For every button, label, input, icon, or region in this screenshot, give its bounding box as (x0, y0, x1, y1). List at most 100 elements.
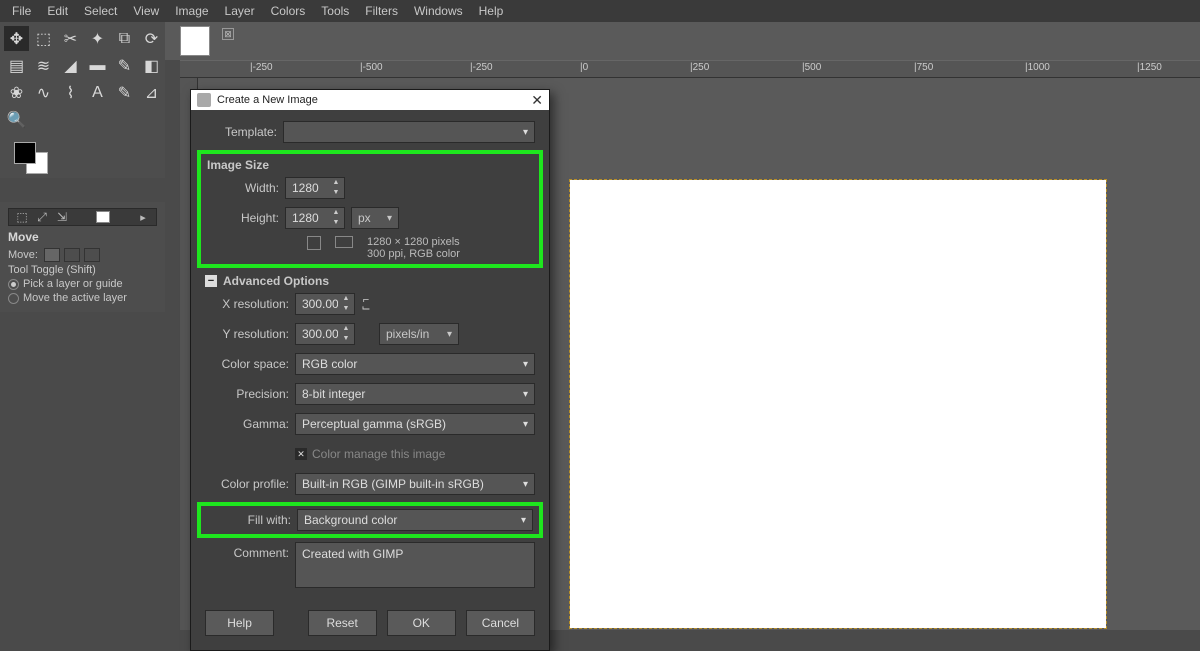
fill-with-label: Fill with: (207, 513, 297, 527)
color-profile-label: Color profile: (205, 477, 295, 491)
move-tool[interactable]: ✥ (4, 26, 29, 51)
color-manage-checkbox[interactable]: ✕ (295, 448, 307, 460)
height-field[interactable] (286, 211, 328, 225)
fuzzy-select-tool[interactable]: ✦ (85, 26, 110, 51)
tool-options-iconstrip: ⬚ ⤢ ⇲ ▸ (8, 208, 157, 226)
menu-windows[interactable]: Windows (406, 1, 471, 21)
yres-input[interactable]: ▲▼ (295, 323, 355, 345)
panel-menu-icon[interactable]: ▸ (134, 211, 152, 224)
zoom-tool[interactable]: 🔍 (4, 107, 29, 132)
move-mode-selection-icon[interactable] (64, 248, 80, 262)
reset-button[interactable]: Reset (308, 610, 377, 636)
smudge-tool[interactable]: ∿ (31, 80, 56, 105)
fill-with-select[interactable]: Background color▾ (297, 509, 533, 531)
landscape-icon[interactable] (335, 236, 353, 248)
radio-pick-layer-label: Pick a layer or guide (23, 278, 123, 290)
menu-help[interactable]: Help (471, 1, 512, 21)
res-unit-select[interactable]: pixels/in▾ (379, 323, 459, 345)
menu-select[interactable]: Select (76, 1, 125, 21)
arrow-down-icon[interactable]: ▼ (338, 304, 354, 314)
menu-layer[interactable]: Layer (217, 1, 263, 21)
chevron-down-icon: ▾ (523, 419, 528, 430)
dialog-close-button[interactable]: ✕ (531, 92, 543, 109)
height-input[interactable]: ▲▼ (285, 207, 345, 229)
arrow-up-icon[interactable]: ▲ (338, 294, 354, 304)
colorspace-select[interactable]: RGB color▾ (295, 353, 535, 375)
path-tool[interactable]: ⌇ (58, 80, 83, 105)
paintbrush-tool[interactable]: ✎ (112, 53, 137, 78)
template-select[interactable]: ▾ (283, 121, 535, 143)
portrait-icon[interactable] (307, 236, 321, 250)
move-mode-layer-icon[interactable] (44, 248, 60, 262)
width-input[interactable]: ▲▼ (285, 177, 345, 199)
colorspace-label: Color space: (205, 357, 295, 371)
help-button[interactable]: Help (205, 610, 274, 636)
menu-edit[interactable]: Edit (39, 1, 76, 21)
image-canvas[interactable] (570, 180, 1106, 628)
menu-file[interactable]: File (4, 1, 39, 21)
xres-field[interactable] (296, 297, 338, 311)
warp-tool[interactable]: ≋ (31, 53, 56, 78)
fill-with-highlight: Fill with: Background color▾ (197, 502, 543, 538)
advanced-toggle[interactable]: − (205, 275, 217, 287)
comment-textarea[interactable] (295, 542, 535, 588)
color-manage-label: Color manage this image (312, 447, 445, 461)
arrow-up-icon[interactable]: ▲ (328, 208, 344, 218)
bucket-fill-tool[interactable]: ◢ (58, 53, 83, 78)
ruler-tick: |500 (802, 62, 821, 73)
flip-tool[interactable]: ▤ (4, 53, 29, 78)
radio-pick-layer[interactable] (8, 279, 19, 290)
gamma-select[interactable]: Perceptual gamma (sRGB)▾ (295, 413, 535, 435)
rect-select-tool[interactable]: ⬚ (31, 26, 56, 51)
arrow-down-icon[interactable]: ▼ (328, 218, 344, 228)
precision-label: Precision: (205, 387, 295, 401)
toolbox-panel: ✥ ⬚ ✂ ✦ ⧉ ⟳ ▤ ≋ ◢ ▬ ✎ ◧ ❀ ∿ ⌇ A ✎ ⊿ 🔍 (0, 22, 165, 178)
move-mode-path-icon[interactable] (84, 248, 100, 262)
tool-toggle-label: Tool Toggle (Shift) (8, 264, 157, 276)
opt-icon[interactable]: ⇲ (53, 210, 71, 224)
arrow-down-icon[interactable]: ▼ (328, 188, 344, 198)
text-tool[interactable]: A (85, 80, 110, 105)
link-resolution-icon[interactable]: ⌐⌙ (359, 296, 373, 312)
gradient-tool[interactable]: ▬ (85, 53, 110, 78)
menu-view[interactable]: View (125, 1, 167, 21)
advanced-options-heading: Advanced Options (223, 274, 329, 288)
color-profile-select[interactable]: Built-in RGB (GIMP built-in sRGB)▾ (295, 473, 535, 495)
arrow-down-icon[interactable]: ▼ (338, 334, 354, 344)
fg-bg-color-well[interactable] (14, 142, 54, 174)
free-select-tool[interactable]: ✂ (58, 26, 83, 51)
radio-move-active[interactable] (8, 293, 19, 304)
clone-tool[interactable]: ❀ (4, 80, 29, 105)
precision-select[interactable]: 8-bit integer▾ (295, 383, 535, 405)
close-image-tab[interactable]: ⊠ (222, 28, 234, 40)
opt-icon[interactable]: ⤢ (33, 210, 51, 225)
ruler-tick: |0 (580, 62, 588, 73)
menu-image[interactable]: Image (167, 1, 216, 21)
chevron-down-icon: ▾ (521, 515, 526, 526)
active-color-swatch[interactable] (96, 211, 110, 223)
unit-select[interactable]: px▾ (351, 207, 399, 229)
image-tab-strip: ◯ ▭ ◐ ◴ ⊠ (0, 22, 1200, 60)
yres-label: Y resolution: (205, 327, 295, 341)
yres-field[interactable] (296, 327, 338, 341)
opt-icon[interactable]: ⬚ (13, 210, 31, 224)
rotate-tool[interactable]: ⟳ (139, 26, 164, 51)
eraser-tool[interactable]: ◧ (139, 53, 164, 78)
measure-tool[interactable]: ⊿ (139, 80, 164, 105)
horizontal-ruler: |-250 |-500 |-250 |0 |250 |500 |750 |100… (180, 60, 1200, 78)
width-field[interactable] (286, 181, 328, 195)
dialog-titlebar[interactable]: Create a New Image ✕ (191, 90, 549, 110)
radio-move-active-label: Move the active layer (23, 292, 127, 304)
xres-input[interactable]: ▲▼ (295, 293, 355, 315)
menu-colors[interactable]: Colors (263, 1, 314, 21)
crop-tool[interactable]: ⧉ (112, 26, 137, 51)
foreground-color-swatch[interactable] (14, 142, 36, 164)
ok-button[interactable]: OK (387, 610, 456, 636)
image-thumbnail[interactable] (180, 26, 210, 56)
color-picker-tool[interactable]: ✎ (112, 80, 137, 105)
menu-filters[interactable]: Filters (357, 1, 406, 21)
arrow-up-icon[interactable]: ▲ (338, 324, 354, 334)
menu-tools[interactable]: Tools (313, 1, 357, 21)
arrow-up-icon[interactable]: ▲ (328, 178, 344, 188)
cancel-button[interactable]: Cancel (466, 610, 535, 636)
